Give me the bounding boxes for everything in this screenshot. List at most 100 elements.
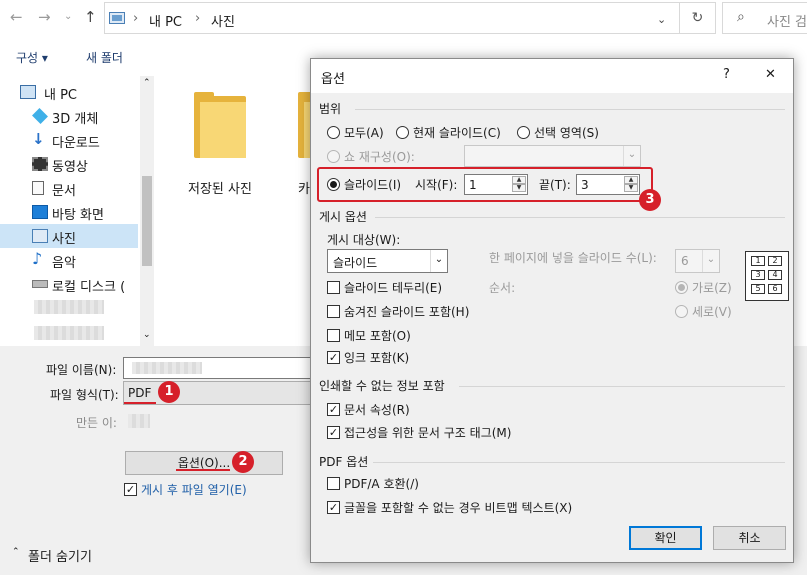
include-hidden-label[interactable]: 숨겨진 슬라이드 포함(H): [344, 303, 469, 320]
from-spinner[interactable]: 1 ▲ ▼: [464, 174, 528, 195]
sidebar-item-label: 다운로드: [52, 136, 100, 151]
video-icon: [32, 157, 48, 171]
to-spinner[interactable]: 3 ▲ ▼: [576, 174, 640, 195]
dialog-titlebar: 옵션 ? ✕: [311, 59, 793, 93]
range-section-label: 범위: [319, 102, 342, 116]
spin-up-icon[interactable]: ▲: [624, 176, 638, 184]
range-all-label[interactable]: 모두(A): [344, 124, 384, 141]
breadcrumb-separator-icon: ›: [195, 11, 201, 26]
structure-tags-label[interactable]: 접근성을 위한 문서 구조 태그(M): [344, 424, 511, 441]
sidebar-item-desktop[interactable]: 바탕 화면: [20, 200, 138, 224]
order-horizontal-label: 가로(Z): [692, 281, 732, 295]
up-arrow-icon[interactable]: ↑: [84, 8, 97, 26]
chevron-down-icon: ⌄: [430, 250, 447, 272]
range-selection-radio[interactable]: [517, 126, 530, 139]
desktop-icon: [32, 205, 48, 219]
sidebar-item-label: 로컬 디스크 (: [52, 280, 126, 295]
hide-folders-toggle[interactable]: 폴더 숨기기: [28, 546, 92, 565]
pdfa-label[interactable]: PDF/A 호환(/): [344, 475, 419, 492]
custom-show-radio[interactable]: [327, 150, 340, 163]
step-badge-1: 1: [158, 381, 180, 403]
folder-icon[interactable]: [194, 92, 246, 158]
back-arrow-icon[interactable]: ←: [10, 8, 23, 26]
recent-locations-icon[interactable]: ⌄: [64, 11, 72, 22]
include-ink-label[interactable]: 잉크 포함(K): [344, 349, 409, 366]
sidebar-item-documents[interactable]: 문서: [20, 176, 138, 200]
filename-label: 파일 이름(N):: [46, 363, 117, 377]
filetype-value: PDF: [128, 386, 152, 400]
range-current-radio[interactable]: [396, 126, 409, 139]
range-all-radio[interactable]: [327, 126, 340, 139]
address-dropdown-icon[interactable]: ⌄: [657, 13, 666, 26]
include-hidden-checkbox[interactable]: [327, 305, 340, 318]
sidebar-item-label: 3D 개체: [52, 112, 99, 127]
ok-button[interactable]: 확인: [629, 526, 702, 550]
per-page-select[interactable]: 6 ⌄: [675, 249, 720, 273]
range-slides-label[interactable]: 슬라이드(I): [344, 176, 401, 193]
doc-properties-label[interactable]: 문서 속성(R): [344, 401, 410, 418]
open-after-publish-checkbox[interactable]: ✓: [124, 483, 137, 496]
close-icon[interactable]: ✕: [765, 67, 776, 82]
include-comments-checkbox[interactable]: [327, 329, 340, 342]
scroll-thumb[interactable]: [142, 176, 152, 266]
scroll-down-icon[interactable]: ⌄: [143, 330, 151, 340]
custom-show-select[interactable]: ⌄: [464, 145, 641, 167]
publish-what-value: 슬라이드: [333, 256, 378, 270]
sidebar-item-local-disk[interactable]: 로컬 디스크 (: [20, 272, 138, 296]
options-button[interactable]: 옵션(O)...: [125, 451, 283, 475]
new-folder-button[interactable]: 새 폴더: [86, 49, 123, 66]
blurred-author: [128, 414, 150, 428]
download-icon: ↓: [32, 130, 45, 148]
order-vertical-label: 세로(V): [692, 305, 732, 319]
doc-properties-checkbox[interactable]: ✓: [327, 403, 340, 416]
non-printing-section-label: 인쇄할 수 없는 정보 포함: [319, 379, 445, 393]
document-icon: [32, 181, 44, 195]
sidebar-item-videos[interactable]: 동영상: [20, 152, 138, 176]
sidebar-item-pictures[interactable]: 사진: [0, 224, 138, 248]
include-ink-checkbox[interactable]: ✓: [327, 351, 340, 364]
order-label: 순서:: [489, 281, 516, 295]
order-vertical-radio[interactable]: [675, 305, 688, 318]
range-selection-label[interactable]: 선택 영역(S): [534, 124, 599, 141]
highlight-underline: [124, 402, 156, 404]
step-badge-3: 3: [639, 189, 661, 211]
include-comments-label[interactable]: 메모 포함(O): [344, 327, 411, 344]
range-current-label[interactable]: 현재 슬라이드(C): [413, 124, 501, 141]
frame-slides-checkbox[interactable]: [327, 281, 340, 294]
order-horizontal-radio[interactable]: [675, 281, 688, 294]
forward-arrow-icon[interactable]: →: [38, 8, 51, 26]
sidebar-item-downloads[interactable]: ↓ 다운로드: [20, 128, 138, 152]
custom-show-label: 쇼 재구성(O):: [344, 150, 415, 164]
chevron-up-icon[interactable]: ⌃: [12, 547, 20, 557]
spin-down-icon[interactable]: ▼: [512, 184, 526, 192]
sidebar-scrollbar[interactable]: ⌃ ⌄: [140, 76, 154, 346]
spin-up-icon[interactable]: ▲: [512, 176, 526, 184]
options-dialog: 옵션 ? ✕ 범위 모두(A) 현재 슬라이드(C) 선택 영역(S) 쇼 재구…: [310, 58, 794, 563]
breadcrumb-this-pc[interactable]: 내 PC: [149, 11, 182, 30]
address-bar[interactable]: › 내 PC › 사진 ⌄: [104, 2, 680, 34]
cancel-button[interactable]: 취소: [713, 526, 786, 550]
breadcrumb-pictures[interactable]: 사진: [211, 11, 235, 30]
open-after-publish-label[interactable]: 게시 후 파일 열기(E): [141, 481, 247, 498]
spin-down-icon[interactable]: ▼: [624, 184, 638, 192]
sidebar-item-music[interactable]: ♪ 음악: [20, 248, 138, 272]
scroll-up-icon[interactable]: ⌃: [143, 78, 151, 88]
sidebar-item-3d-objects[interactable]: 3D 개체: [20, 104, 138, 128]
refresh-icon[interactable]: ↻: [680, 2, 716, 34]
pdfa-checkbox[interactable]: [327, 477, 340, 490]
range-slides-radio[interactable]: [327, 178, 340, 191]
folder-label[interactable]: 저장된 사진: [188, 178, 252, 197]
blurred-filename: [132, 362, 202, 374]
bitmap-text-label[interactable]: 글꼴을 포함할 수 없는 경우 비트맵 텍스트(X): [344, 499, 572, 516]
filename-input[interactable]: [123, 357, 313, 379]
structure-tags-checkbox[interactable]: ✓: [327, 426, 340, 439]
folder-label[interactable]: 카: [298, 178, 310, 197]
organize-button[interactable]: 구성 ▾: [16, 49, 48, 66]
bitmap-text-checkbox[interactable]: ✓: [327, 501, 340, 514]
search-placeholder: 사진 검: [767, 15, 807, 30]
help-icon[interactable]: ?: [723, 67, 730, 82]
search-box[interactable]: ⌕ 사진 검: [722, 2, 807, 34]
publish-what-select[interactable]: 슬라이드 ⌄: [327, 249, 448, 273]
frame-slides-label[interactable]: 슬라이드 테두리(E): [344, 279, 442, 296]
sidebar-item-this-pc[interactable]: 내 PC: [20, 80, 138, 104]
